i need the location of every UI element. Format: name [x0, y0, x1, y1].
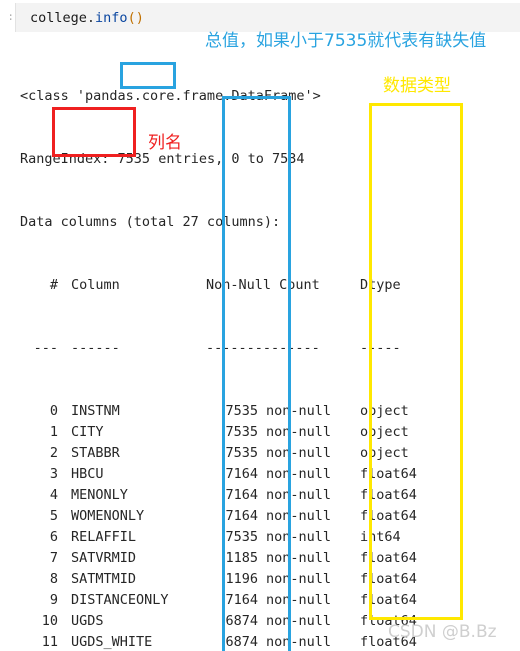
row-dtype: float64 [360, 508, 417, 524]
rangeindex-suffix: entries, 0 to 7534 [158, 151, 305, 167]
row-column: MENONLY [71, 487, 128, 503]
header-dtype: Dtype [360, 277, 401, 293]
row-dtype: int64 [360, 529, 401, 545]
row-column: SATVRMID [71, 550, 137, 566]
output-rule-row: --- ------ -------------- ----- [20, 338, 520, 359]
table-row: 8 SATMTMID 1196 non-null float64 [20, 569, 520, 590]
row-count: 7164 [225, 487, 258, 503]
row-count: 7164 [225, 466, 258, 482]
row-dtype: object [360, 403, 409, 419]
code-dot: . [86, 10, 96, 26]
row-index: 4 [49, 487, 58, 503]
header-count: Non-Null Count [206, 277, 320, 293]
rule-dtype: ----- [360, 340, 401, 356]
code-method: info [95, 10, 128, 26]
code-parens: () [127, 10, 144, 26]
row-non-null: non-null [266, 445, 332, 461]
row-count: 7535 [225, 424, 258, 440]
row-count: 6874 [225, 634, 258, 650]
row-non-null: non-null [266, 424, 332, 440]
row-non-null: non-null [266, 508, 332, 524]
row-index: 8 [49, 571, 58, 587]
output-rangeindex-line: RangeIndex: 7535 entries, 0 to 7534 [20, 149, 520, 170]
rule-count: -------------- [206, 340, 320, 356]
output-header-row: # Column Non-Null Count Dtype [20, 275, 520, 296]
row-non-null: non-null [266, 550, 332, 566]
rule-column: ------ [71, 340, 120, 356]
header-index: # [49, 277, 58, 293]
output-rows: 0 INSTNM 7535 non-null object 1 CITY 7535 non-nu… [20, 401, 520, 651]
row-non-null: non-null [266, 634, 332, 650]
row-count: 1185 [225, 550, 258, 566]
table-row: 2 STABBR 7535 non-null object [20, 443, 520, 464]
row-dtype: object [360, 424, 409, 440]
row-index: 0 [49, 403, 58, 419]
row-count: 1196 [225, 571, 258, 587]
row-column: DISTANCEONLY [71, 592, 169, 608]
row-dtype: float64 [360, 571, 417, 587]
row-count: 7535 [225, 445, 258, 461]
row-column: UGDS_WHITE [71, 634, 153, 650]
row-non-null: non-null [266, 529, 332, 545]
row-count: 7164 [225, 508, 258, 524]
row-non-null: non-null [266, 613, 332, 629]
rule-index: --- [33, 340, 58, 356]
row-index: 10 [41, 613, 58, 629]
row-column: SATMTMID [71, 571, 137, 587]
annotation-data-type: 数据类型 [383, 76, 451, 96]
table-row: 9 DISTANCEONLY 7164 non-null float64 [20, 590, 520, 611]
row-dtype: float64 [360, 487, 417, 503]
row-dtype: object [360, 445, 409, 461]
row-non-null: non-null [266, 487, 332, 503]
table-row: 5 WOMENONLY 7164 non-null float64 [20, 506, 520, 527]
row-count: 7535 [225, 529, 258, 545]
row-column: INSTNM [71, 403, 120, 419]
row-index: 1 [49, 424, 58, 440]
row-index: 5 [49, 508, 58, 524]
rangeindex-label: RangeIndex: [20, 151, 110, 167]
code-object: college [30, 10, 87, 26]
output-datacolumns-line: Data columns (total 27 columns): [20, 214, 281, 230]
rangeindex-count: 7535 [117, 151, 151, 167]
row-index: 2 [49, 445, 58, 461]
cell-prompt: : [7, 10, 14, 23]
notebook-screenshot: : college.info() <class 'pandas.core.fra… [0, 0, 520, 651]
row-dtype: float64 [360, 466, 417, 482]
row-index: 11 [41, 634, 58, 650]
row-column: WOMENONLY [71, 508, 145, 524]
annotation-total-value: 总值，如果小于7535就代表有缺失值 [205, 31, 487, 51]
row-non-null: non-null [266, 403, 332, 419]
row-count: 7535 [225, 403, 258, 419]
table-row: 4 MENONLY 7164 non-null float64 [20, 485, 520, 506]
table-row: 0 INSTNM 7535 non-null object [20, 401, 520, 422]
row-index: 7 [49, 550, 58, 566]
row-column: UGDS [71, 613, 104, 629]
header-column: Column [71, 277, 120, 293]
table-row: 7 SATVRMID 1185 non-null float64 [20, 548, 520, 569]
annotation-column-name: 列名 [148, 133, 182, 153]
row-count: 7164 [225, 592, 258, 608]
watermark: CSDN @B.Bz [388, 622, 497, 642]
table-row: 6 RELAFFIL 7535 non-null int64 [20, 527, 520, 548]
table-row: 1 CITY 7535 non-null object [20, 422, 520, 443]
row-non-null: non-null [266, 571, 332, 587]
code-line[interactable]: college.info() [30, 9, 144, 27]
row-column: RELAFFIL [71, 529, 137, 545]
row-dtype: float64 [360, 592, 417, 608]
row-non-null: non-null [266, 592, 332, 608]
table-row: 3 HBCU 7164 non-null float64 [20, 464, 520, 485]
row-column: CITY [71, 424, 104, 440]
row-count: 6874 [225, 613, 258, 629]
row-dtype: float64 [360, 550, 417, 566]
row-column: STABBR [71, 445, 120, 461]
row-column: HBCU [71, 466, 104, 482]
row-non-null: non-null [266, 466, 332, 482]
row-index: 9 [49, 592, 58, 608]
row-index: 3 [49, 466, 58, 482]
row-index: 6 [49, 529, 58, 545]
output-area: <class 'pandas.core.frame.DataFrame'> Ra… [20, 44, 520, 651]
